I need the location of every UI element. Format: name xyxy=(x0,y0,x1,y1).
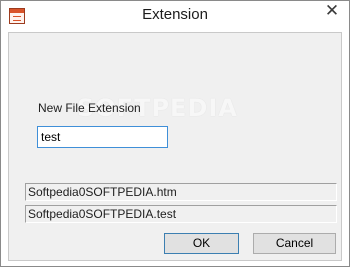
extension-input[interactable] xyxy=(37,126,168,148)
dialog-body: SOFTPEDIA New File Extension Softpedia0S… xyxy=(8,32,342,261)
window-title: Extension xyxy=(142,6,208,23)
close-icon[interactable]: ✕ xyxy=(321,1,343,21)
ok-button[interactable]: OK xyxy=(164,233,239,254)
original-filename-field: Softpedia0SOFTPEDIA.htm xyxy=(25,183,337,201)
new-extension-label: New File Extension xyxy=(38,101,141,115)
new-filename-field: Softpedia0SOFTPEDIA.test xyxy=(25,205,337,223)
extension-dialog: Extension ✕ SOFTPEDIA New File Extension… xyxy=(0,0,350,267)
cancel-button[interactable]: Cancel xyxy=(253,233,336,254)
title-bar[interactable]: Extension ✕ xyxy=(1,1,349,31)
